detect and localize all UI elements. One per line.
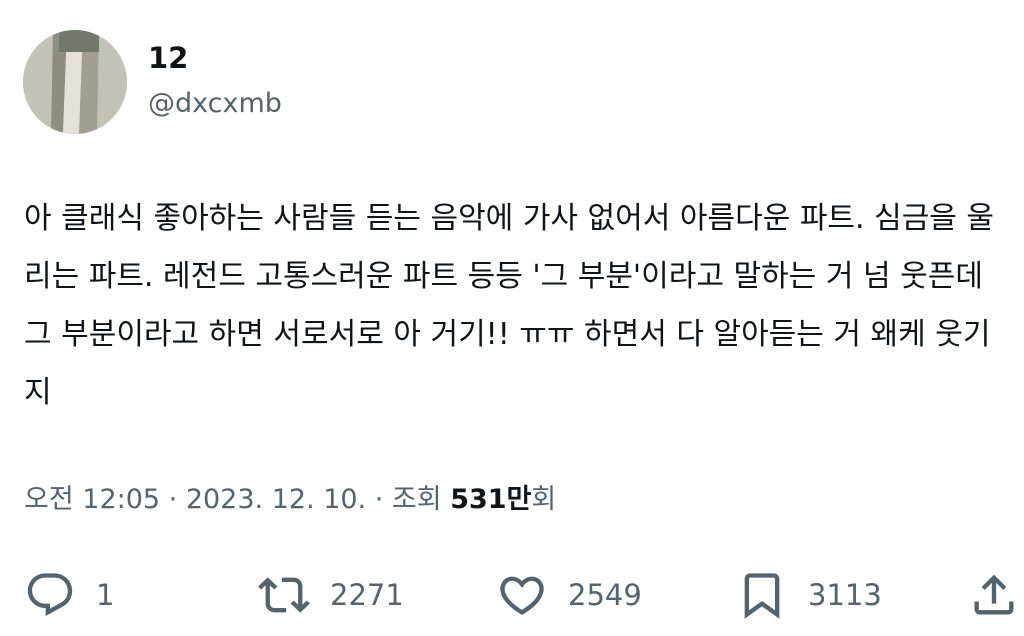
share-button[interactable] [968,565,1020,625]
bookmark-icon [744,573,780,619]
reply-icon [27,573,73,617]
meta-separator: · [366,484,392,515]
tweet-meta: 오전 12:05 · 2023. 12. 10. · 조회 531만회 [24,480,556,520]
views-suffix: 회 [531,484,557,515]
display-name[interactable]: 12 [148,40,188,76]
tweet-date[interactable]: 2023. 12. 10. [186,484,366,515]
views-label: 조회 [391,484,451,515]
bookmark-button[interactable]: 3113 [736,565,882,625]
retweet-count: 2271 [330,578,404,612]
views-count: 531만 [450,484,532,515]
avatar-image [23,30,127,134]
tweet-text: 아 클래식 좋아하는 사람들 듣는 음악에 가사 없어서 아름다운 파트. 심금… [24,201,995,410]
reply-button[interactable]: 1 [24,565,114,625]
share-icon [974,574,1014,615]
avatar[interactable] [23,30,127,134]
like-button[interactable]: 2549 [496,565,642,625]
tweet-time[interactable]: 오전 12:05 [24,484,160,515]
like-count: 2549 [568,578,642,612]
bookmark-count: 3113 [808,578,882,612]
retweet-button[interactable]: 2271 [258,565,404,625]
action-bar: 1 2271 2549 3113 [0,565,1024,625]
meta-separator: · [160,484,186,515]
retweet-icon [258,577,310,613]
heart-icon [500,576,544,615]
reply-count: 1 [96,578,115,612]
user-handle[interactable]: @dxcxmb [148,86,282,122]
